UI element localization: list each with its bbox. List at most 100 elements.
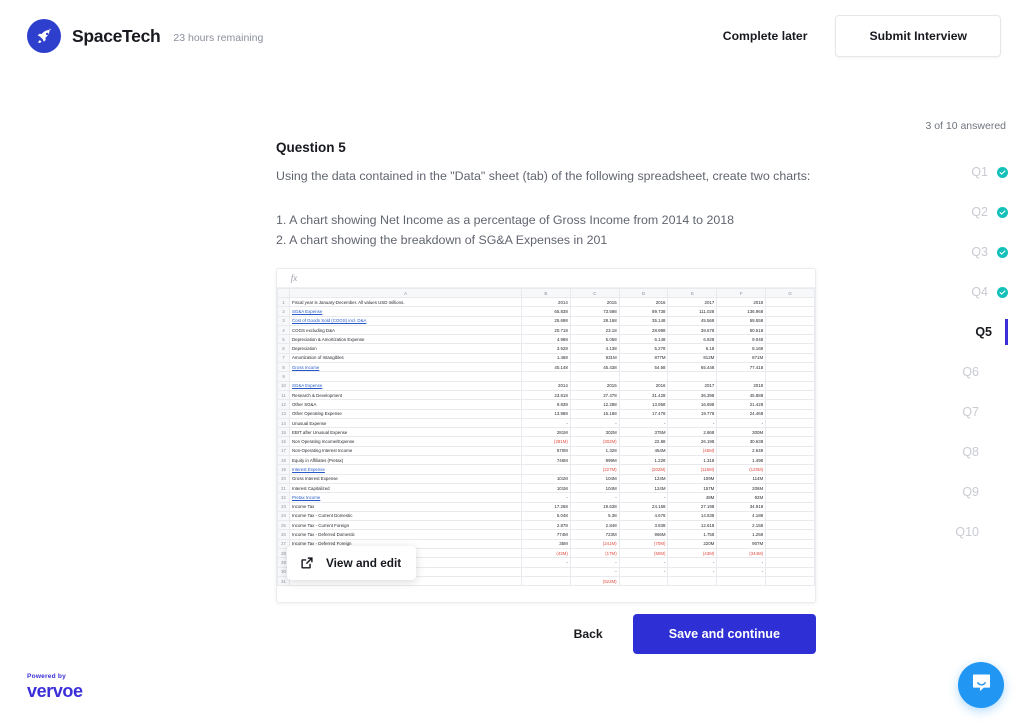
- sheet-cell[interactable]: 999M: [569, 455, 620, 466]
- sheet-cell[interactable]: 5.38: [569, 510, 620, 522]
- sheet-cell[interactable]: (43M): [667, 547, 718, 559]
- sheet-cell[interactable]: 931M: [569, 352, 620, 364]
- sheet-cell[interactable]: 19.778: [667, 408, 718, 419]
- sheet-cell[interactable]: -: [716, 566, 767, 577]
- sheet-cell[interactable]: [618, 575, 669, 587]
- sheet-cell[interactable]: 109M: [667, 473, 718, 484]
- sheet-cell[interactable]: 101M: [521, 473, 571, 484]
- formula-bar[interactable]: fx: [277, 269, 815, 288]
- sheet-cell[interactable]: 5.278: [618, 343, 669, 354]
- sheet-row-number[interactable]: 22: [277, 492, 290, 503]
- sheet-cell[interactable]: (17M): [569, 547, 620, 559]
- sheet-cell[interactable]: [765, 362, 815, 373]
- sheet-cell[interactable]: 1.468: [521, 352, 571, 364]
- sheet-cell[interactable]: [765, 427, 815, 438]
- sheet-cell[interactable]: [618, 371, 669, 382]
- sheet-col-header-b[interactable]: B: [521, 288, 571, 298]
- sheet-cell[interactable]: -: [569, 417, 620, 429]
- sheet-cell-label[interactable]: Income Tax - Deferred Domestic: [289, 529, 522, 540]
- sheet-cell[interactable]: [765, 520, 815, 531]
- sheet-cell[interactable]: 77.418: [716, 362, 767, 373]
- sheet-cell[interactable]: [667, 371, 718, 382]
- sheet-cell[interactable]: 2016: [618, 380, 669, 391]
- sheet-cell[interactable]: [765, 464, 815, 475]
- sheet-cell[interactable]: 38.678: [667, 324, 718, 336]
- sheet-cell-label[interactable]: Other SG&A: [289, 399, 522, 410]
- sheet-cell[interactable]: 454M: [618, 445, 669, 457]
- sheet-cell[interactable]: 22.88: [618, 436, 669, 447]
- sheet-cell-label[interactable]: EBIT after Unusual Expense: [289, 427, 522, 438]
- sheet-cell[interactable]: 17.268: [521, 501, 571, 512]
- sheet-col-header-g[interactable]: G: [765, 288, 815, 298]
- sheet-cell[interactable]: [765, 445, 815, 457]
- sheet-cell[interactable]: 1.328: [569, 445, 620, 457]
- sheet-cell[interactable]: 24.158: [618, 501, 669, 512]
- sheet-row-number[interactable]: 26: [277, 529, 290, 540]
- sheet-cell-label[interactable]: Income Tax: [289, 501, 522, 512]
- sheet-cell[interactable]: 20.718: [521, 324, 571, 336]
- sheet-cell[interactable]: 101M: [521, 482, 571, 494]
- sheet-cell[interactable]: 1.318: [667, 455, 718, 466]
- sheet-cell[interactable]: 111.028: [667, 306, 718, 317]
- sheet-cell[interactable]: 5.068: [569, 334, 620, 345]
- sheet-cell[interactable]: 124M: [618, 473, 669, 484]
- sheet-col-header-c[interactable]: C: [569, 288, 620, 298]
- sheet-cell[interactable]: 302M: [569, 427, 620, 438]
- sheet-col-header-a[interactable]: A: [289, 288, 522, 298]
- sheet-cell[interactable]: 15.188: [569, 408, 620, 419]
- sheet-cell[interactable]: [765, 473, 815, 484]
- sheet-cell[interactable]: 12.618: [667, 520, 718, 531]
- sheet-cell[interactable]: 2018: [716, 380, 767, 391]
- sheet-cell[interactable]: [765, 389, 815, 401]
- sheet-cell[interactable]: 21.428: [716, 399, 767, 410]
- sheet-cell[interactable]: 2017: [667, 296, 718, 308]
- view-and-edit-button[interactable]: View and edit: [287, 546, 417, 580]
- sheet-cell[interactable]: [765, 417, 815, 429]
- sheet-row-number[interactable]: 9: [277, 371, 290, 382]
- sheet-cell-label[interactable]: Research & Development: [289, 389, 522, 401]
- sheet-row-number[interactable]: 3: [277, 315, 290, 326]
- sheet-cell[interactable]: 907M: [716, 538, 767, 550]
- sheet-cell[interactable]: 27.198: [667, 501, 718, 512]
- sheet-cell[interactable]: 206M: [716, 482, 767, 494]
- sheet-cell[interactable]: 28.998: [618, 324, 669, 336]
- sheet-cell[interactable]: [765, 557, 815, 568]
- sheet-cell[interactable]: (120M): [716, 464, 767, 475]
- sheet-row-number[interactable]: 1: [277, 296, 290, 308]
- sheet-cell[interactable]: [765, 501, 815, 512]
- sheet-cell[interactable]: 877M: [618, 352, 669, 364]
- sheet-row-number[interactable]: 2: [277, 306, 290, 317]
- sheet-cell[interactable]: -: [521, 557, 571, 568]
- sheet-cell-label[interactable]: Depreciation & Amortization Expense: [289, 334, 522, 345]
- qnav-item-q5[interactable]: Q5: [904, 312, 1008, 352]
- sheet-cell[interactable]: (202M): [618, 464, 669, 475]
- sheet-cell-label[interactable]: Gross Interest Expense: [289, 473, 522, 484]
- sheet-cell[interactable]: -: [618, 557, 669, 568]
- sheet-cell[interactable]: 9.838: [521, 399, 571, 410]
- sheet-cell[interactable]: 1.498: [716, 455, 767, 466]
- sheet-cell[interactable]: [765, 436, 815, 447]
- sheet-row-number[interactable]: 15: [277, 427, 290, 438]
- sheet-cell[interactable]: 375M: [618, 427, 669, 438]
- sheet-cell[interactable]: [765, 538, 815, 550]
- sheet-cell[interactable]: 35.148: [618, 315, 669, 326]
- sheet-cell[interactable]: 774M: [521, 529, 571, 540]
- sheet-cell[interactable]: 5.048: [521, 510, 571, 522]
- sheet-cell[interactable]: [667, 575, 718, 587]
- sheet-cell[interactable]: 2.158: [716, 520, 767, 531]
- sheet-cell[interactable]: (116M): [667, 464, 718, 475]
- sheet-cell[interactable]: [716, 575, 767, 587]
- sheet-row-number[interactable]: 17: [277, 445, 290, 457]
- qnav-item-q7[interactable]: Q7: [904, 392, 1008, 432]
- sheet-cell[interactable]: -: [618, 566, 669, 577]
- sheet-cell[interactable]: 2015: [569, 380, 620, 391]
- sheet-cell[interactable]: -: [569, 566, 620, 577]
- sheet-cell-label[interactable]: Non-Operating Interest Income: [289, 445, 522, 457]
- sheet-cell[interactable]: 3.838: [618, 520, 669, 531]
- sheet-cell[interactable]: 45.888: [716, 389, 767, 401]
- sheet-cell[interactable]: 812M: [667, 352, 718, 364]
- sheet-row-number[interactable]: 14: [277, 417, 290, 429]
- sheet-cell-label[interactable]: Equity in Affiliates (Pretax): [289, 455, 522, 466]
- sheet-cell[interactable]: 45.438: [569, 362, 620, 373]
- sheet-cell[interactable]: [569, 371, 620, 382]
